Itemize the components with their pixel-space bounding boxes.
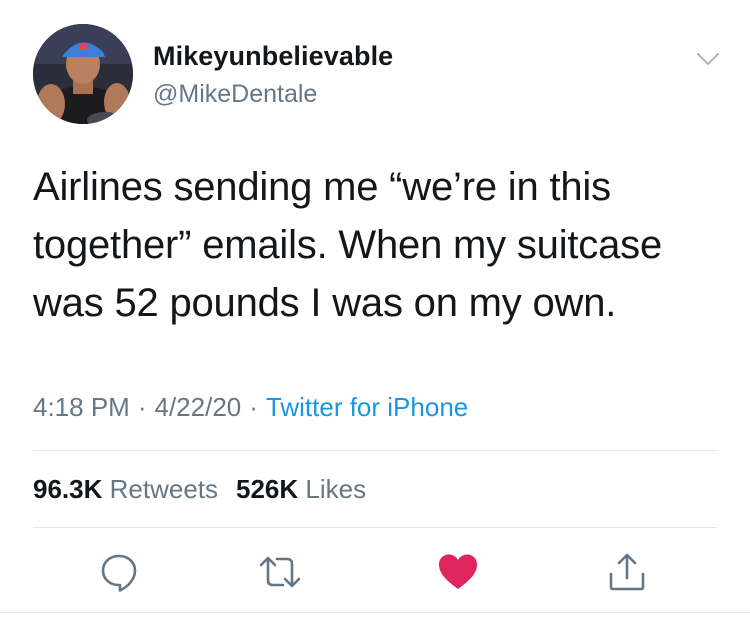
likes-label: Likes xyxy=(305,474,367,504)
retweet-button[interactable] xyxy=(258,550,302,594)
retweets-count: 96.3K xyxy=(33,474,103,504)
divider xyxy=(33,527,717,528)
divider xyxy=(33,450,717,451)
tweet-source-link[interactable]: Twitter for iPhone xyxy=(266,392,468,422)
avatar[interactable] xyxy=(33,24,133,124)
retweet-icon xyxy=(259,556,301,588)
retweets-label: Retweets xyxy=(109,474,219,504)
tweet-card: Mikeyunbelievable @MikeDentale Airlines … xyxy=(0,0,750,618)
likes-stat[interactable]: 526K Likes xyxy=(236,474,366,504)
share-button[interactable] xyxy=(605,550,649,594)
reply-icon xyxy=(101,554,137,592)
tweet-text: Airlines sending me “we’re in this toget… xyxy=(33,165,663,325)
tweet-date[interactable]: 4/22/20 xyxy=(155,392,242,422)
user-handle[interactable]: @MikeDentale xyxy=(153,80,317,109)
chevron-down-icon[interactable] xyxy=(693,44,723,74)
likes-count: 526K xyxy=(236,474,299,504)
like-button[interactable] xyxy=(436,550,480,594)
display-name[interactable]: Mikeyunbelievable xyxy=(153,41,393,72)
retweets-stat[interactable]: 96.3K Retweets xyxy=(33,474,218,504)
reply-button[interactable] xyxy=(97,550,141,594)
heart-icon xyxy=(439,554,477,589)
tweet-time: 4:18 PM xyxy=(33,392,130,422)
meta-separator: · xyxy=(249,392,258,422)
tweet-meta: 4:18 PM · 4/22/20 · Twitter for iPhone xyxy=(33,392,468,423)
divider xyxy=(0,612,750,613)
share-icon xyxy=(609,553,645,591)
meta-separator: · xyxy=(137,392,147,422)
avatar-image xyxy=(33,24,133,124)
tweet-stats: 96.3K Retweets 526K Likes xyxy=(33,474,366,505)
